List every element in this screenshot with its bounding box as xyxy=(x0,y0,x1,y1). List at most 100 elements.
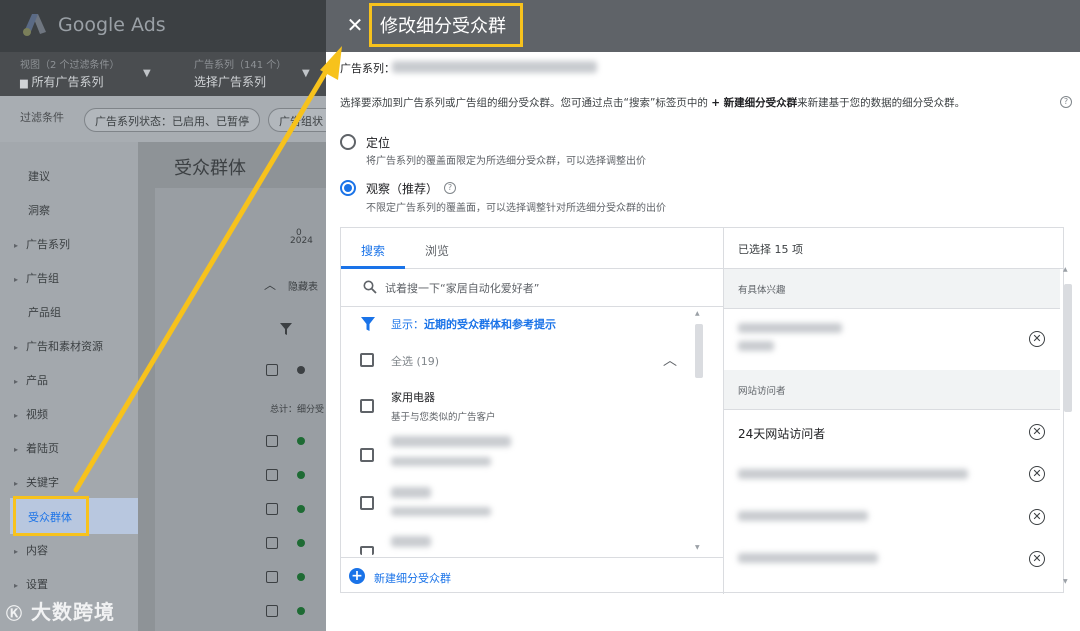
table-row-checkbox[interactable] xyxy=(266,435,278,447)
campaign-selector[interactable]: 广告系列（141 个） 选择广告系列 xyxy=(194,56,286,90)
segment-checkbox[interactable] xyxy=(360,448,374,462)
expand-triangle-icon: ▸ xyxy=(14,445,19,454)
filter-chip-adgroup-status[interactable]: 广告组状 xyxy=(268,108,326,132)
observation-desc: 不限定广告系列的覆盖面，可以选择调整针对所选细分受众群的出价 xyxy=(366,203,666,214)
table-row-checkbox[interactable] xyxy=(266,537,278,549)
segment-checkbox[interactable] xyxy=(360,399,374,413)
sidebar-item[interactable]: 洞察 xyxy=(28,202,50,218)
group-header-interests: 有具体兴趣 xyxy=(724,269,1060,309)
filter-icon-bg[interactable] xyxy=(280,323,292,335)
observation-help-icon[interactable]: ? xyxy=(444,182,456,194)
sidebar-highlight-box xyxy=(13,496,89,536)
sidebar-item[interactable]: ▸ 着陆页 xyxy=(14,440,59,456)
scroll-down-icon[interactable]: ▼ xyxy=(1063,578,1068,585)
list-footer-divider xyxy=(341,557,723,558)
sidebar-item[interactable]: 产品组 xyxy=(28,304,61,320)
group-visitors-label: 网站访问者 xyxy=(738,386,786,397)
tab-search[interactable]: 搜索 xyxy=(361,242,385,259)
watermark: Ⓚ 大数跨境 xyxy=(6,600,115,624)
segment-subtitle-redacted xyxy=(391,457,491,466)
sidebar-item-label: 着陆页 xyxy=(26,442,59,455)
sidebar-item[interactable]: ▸ 广告系列 xyxy=(14,236,70,252)
sidebar-item-label: 关键字 xyxy=(26,476,59,489)
scroll-up-icon[interactable]: ▲ xyxy=(695,310,700,317)
scrollbar-thumb[interactable] xyxy=(1064,284,1072,412)
sidebar-item-label: 产品组 xyxy=(28,306,61,319)
remove-circle-icon[interactable]: ✕ xyxy=(1029,551,1045,567)
selected-header: 已选择 15 项 xyxy=(724,228,1064,269)
selected-count: 已选择 15 项 xyxy=(738,243,803,256)
expand-triangle-icon: ▸ xyxy=(14,377,19,386)
folder-icon: ▆ xyxy=(20,78,28,89)
filter-label: 过滤条件 xyxy=(20,111,64,124)
hide-table-label[interactable]: 隐藏表 xyxy=(288,278,318,293)
expand-triangle-icon: ▸ xyxy=(14,411,19,420)
sidebar-item[interactable]: ▸ 设置 xyxy=(14,576,48,592)
show-filter-value: 近期的受众群体和参考提示 xyxy=(424,318,556,331)
add-circle-icon[interactable]: + xyxy=(349,568,365,584)
status-dot-enabled xyxy=(297,607,305,615)
left-list-scrollbar[interactable]: ▲ ▼ xyxy=(695,310,703,551)
observation-radio[interactable] xyxy=(340,180,356,196)
sidebar-item[interactable]: ▸ 视频 xyxy=(14,406,48,422)
sidebar-item-label: 内容 xyxy=(26,544,48,557)
expand-triangle-icon: ▸ xyxy=(14,275,19,284)
close-icon[interactable]: ✕ xyxy=(344,14,366,36)
new-segment-button[interactable]: 新建细分受众群 xyxy=(374,570,451,586)
show-filter[interactable]: 显示：近期的受众群体和参考提示 xyxy=(391,316,556,332)
segment-title: 家用电器 xyxy=(391,391,435,404)
remove-circle-icon[interactable]: ✕ xyxy=(1029,466,1045,482)
sidebar-item-label: 广告系列 xyxy=(26,238,70,251)
main-page-title: 受众群体 xyxy=(174,158,246,179)
expand-triangle-icon: ▸ xyxy=(14,241,19,250)
view-selector[interactable]: 视图（2 个过滤条件） ▆ 所有广告系列 xyxy=(20,56,120,90)
sidebar-item[interactable]: ▸ 关键字 xyxy=(14,474,59,490)
table-row-checkbox[interactable] xyxy=(266,605,278,617)
scroll-down-icon[interactable]: ▼ xyxy=(695,544,700,551)
sidebar-item[interactable]: ▸ 广告组 xyxy=(14,270,59,286)
view-dropdown-icon[interactable]: ▼ xyxy=(143,68,151,79)
tab-browse[interactable]: 浏览 xyxy=(425,242,449,259)
sidebar-item-label: 视频 xyxy=(26,408,48,421)
right-list-scrollbar[interactable]: ▲ ▼ xyxy=(1061,266,1073,590)
selected-item-redacted xyxy=(738,553,878,563)
search-icon xyxy=(363,280,377,294)
intro-bold: + 新建细分受众群 xyxy=(711,97,798,109)
expand-triangle-icon: ▸ xyxy=(14,581,19,590)
campaign-name-redacted xyxy=(392,61,597,73)
status-dot-enabled xyxy=(297,573,305,581)
sidebar-item[interactable]: ▸ 产品 xyxy=(14,372,48,388)
campaign-count-label: 广告系列（141 个） xyxy=(194,60,287,71)
segment-checkbox[interactable] xyxy=(360,496,374,510)
remove-circle-icon[interactable]: ✕ xyxy=(1029,424,1045,440)
segment-subtitle: 基于与您类似的广告客户 xyxy=(391,412,496,423)
intro-text: 选择要添加到广告系列或广告组的细分受众群。您可通过点击“搜索”标签页中的 + 新… xyxy=(340,97,966,109)
campaign-dropdown-icon[interactable]: ▼ xyxy=(302,68,310,79)
select-all-checkbox[interactable] xyxy=(360,353,374,367)
collapse-chevron-icon[interactable]: ︿ xyxy=(264,276,276,293)
table-row-checkbox[interactable] xyxy=(266,364,278,376)
targeting-radio[interactable] xyxy=(340,134,356,150)
sidebar-item[interactable]: ▸ 内容 xyxy=(14,542,48,558)
filter-icon[interactable] xyxy=(361,317,375,331)
table-row-checkbox[interactable] xyxy=(266,503,278,515)
sidebar-item[interactable]: ▸ 广告和素材资源 xyxy=(14,338,103,354)
help-icon[interactable]: ? xyxy=(1060,96,1072,108)
scroll-up-icon[interactable]: ▲ xyxy=(1063,266,1068,273)
scrollbar-thumb[interactable] xyxy=(695,324,703,378)
selected-item-redacted xyxy=(738,323,842,333)
table-row-checkbox[interactable] xyxy=(266,469,278,481)
segment-checkbox[interactable] xyxy=(360,546,374,555)
filter-chip-campaign-status[interactable]: 广告系列状态：已启用、已暂停 xyxy=(84,108,260,132)
expand-triangle-icon: ▸ xyxy=(14,343,19,352)
sidebar-item-label: 产品 xyxy=(26,374,48,387)
remove-circle-icon[interactable]: ✕ xyxy=(1029,331,1045,347)
table-row-checkbox[interactable] xyxy=(266,571,278,583)
picker-tabs: 搜索 浏览 xyxy=(341,228,723,269)
remove-circle-icon[interactable]: ✕ xyxy=(1029,509,1045,525)
segment-search-input[interactable] xyxy=(385,278,705,298)
expand-triangle-icon: ▸ xyxy=(14,479,19,488)
segment-title-redacted xyxy=(391,487,431,498)
sidebar-item[interactable]: 建议 xyxy=(28,168,50,184)
collapse-chevron-up-icon[interactable]: ︿ xyxy=(663,350,677,370)
